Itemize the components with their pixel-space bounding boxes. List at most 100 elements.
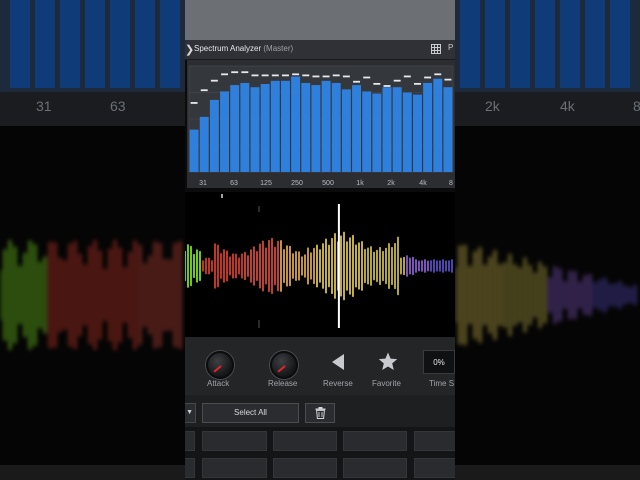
spectrum-freq-ticks: 31 63 125 250 500 1k 2k 4k 8 <box>199 180 453 187</box>
sample-pad[interactable] <box>414 431 455 451</box>
spectrum-peak-marker <box>210 79 218 82</box>
sample-pads <box>185 427 455 480</box>
spectrum-freq-tick-label: 4k <box>419 180 427 187</box>
right-backdrop-bar <box>535 0 555 88</box>
spectrum-peak-marker <box>322 75 330 78</box>
time-stretch-label: Time S <box>429 379 455 388</box>
spectrum-bar <box>280 80 290 172</box>
star-icon[interactable] <box>378 352 398 371</box>
left-backdrop-bar <box>85 0 105 88</box>
reverse-button-label[interactable]: Reverse <box>323 379 353 388</box>
spectrum-bar <box>331 82 341 172</box>
spectrum-freq-tick-label: 2k <box>387 180 395 187</box>
time-stretch-value[interactable]: 0% <box>423 350 455 374</box>
chevron-right-icon[interactable]: ❯ <box>185 43 194 56</box>
left-backdrop-bar <box>10 0 30 88</box>
reverse-icon[interactable] <box>331 353 345 371</box>
sample-pad[interactable] <box>202 458 267 478</box>
spectrum-bar <box>362 91 372 172</box>
spectrum-peak-marker <box>444 78 452 81</box>
window-title-text: Spectrum Analyzer <box>194 44 262 53</box>
spectrum-bar <box>199 116 209 172</box>
right-backdrop-bar <box>460 0 480 88</box>
spectrum-bar <box>220 91 230 172</box>
spectrum-peak-marker <box>383 85 391 87</box>
sample-pad[interactable] <box>273 458 337 478</box>
spectrum-freq-tick-label: 8 <box>449 180 453 187</box>
waveform-lines <box>185 231 453 301</box>
sample-pad[interactable] <box>273 431 337 451</box>
left-backdrop-bar <box>110 0 130 88</box>
left-backdrop: 31 63 <box>0 0 185 480</box>
spectrum-analyzer-display: 31 63 125 250 500 1k 2k 4k 8 <box>187 60 455 188</box>
spectrum-peak-marker <box>302 74 310 77</box>
delete-button[interactable] <box>305 403 335 423</box>
spectrum-freq-tick-label: 63 <box>230 180 238 187</box>
spectrum-bar <box>402 92 412 172</box>
dropdown-toggle[interactable]: ▼ <box>185 403 196 423</box>
waveform[interactable] <box>185 192 455 337</box>
top-strip <box>185 0 455 40</box>
left-backdrop-bars <box>0 0 185 92</box>
spectrum-freq-tick-label: 31 <box>199 180 207 187</box>
favorite-button-label[interactable]: Favorite <box>372 379 401 388</box>
spectrum-bar <box>209 99 219 172</box>
sample-pad[interactable] <box>343 431 407 451</box>
select-all-button[interactable]: Select All <box>202 403 299 423</box>
sample-pad[interactable] <box>414 458 455 478</box>
spectrum-peak-marker <box>332 74 340 77</box>
window-title: Spectrum Analyzer (Master) <box>194 44 293 53</box>
spectrum-peak-marker <box>200 89 208 92</box>
chevron-down-icon: ▼ <box>186 409 193 416</box>
spectrum-peak-marker <box>363 76 371 79</box>
spectrum-bar <box>230 85 240 172</box>
spectrum-bar <box>270 80 280 172</box>
right-backdrop-bar <box>610 0 630 88</box>
window-titlebar[interactable]: ❯ Spectrum Analyzer (Master) P <box>185 40 455 60</box>
right-backdrop-bar <box>485 0 505 88</box>
screen-root: 31 63 2k 4k 8 ❯ Spectrum Analyzer (Maste… <box>0 0 640 480</box>
spectrum-peak-marker <box>190 102 198 104</box>
right-backdrop-tick: 4k <box>560 98 575 114</box>
right-backdrop-bar <box>585 0 605 88</box>
spectrum-peak-marker <box>271 74 279 77</box>
left-backdrop-bar <box>35 0 55 88</box>
attack-knob[interactable] <box>206 351 234 379</box>
spectrum-peak-marker <box>342 75 350 78</box>
spectrum-bar <box>260 84 270 172</box>
right-backdrop-bar <box>560 0 580 88</box>
grid-icon[interactable] <box>431 44 441 54</box>
spectrum-peak-marker <box>403 75 411 78</box>
spectrum-bar <box>423 82 433 172</box>
spectrum-peak-marker <box>312 75 320 78</box>
controls-bar: Attack Release Reverse Favorite 0% Time … <box>185 337 455 395</box>
left-backdrop-bar <box>160 0 180 88</box>
spectrum-peak-marker <box>373 82 381 85</box>
spectrum-peak-marker <box>251 74 259 77</box>
spectrum-peak-marker <box>281 74 289 77</box>
sample-pad[interactable] <box>202 431 267 451</box>
left-backdrop-bar <box>60 0 80 88</box>
sample-pad[interactable] <box>343 458 407 478</box>
spectrum-peak-marker <box>424 76 432 79</box>
sample-pad[interactable] <box>185 458 195 478</box>
spectrum-panel: ❯ Spectrum Analyzer (Master) P 31 63 125 25… <box>185 0 455 480</box>
spectrum-peak-marker <box>393 79 401 82</box>
spectrum-bar <box>443 87 453 172</box>
right-backdrop-waveform <box>455 244 637 346</box>
selection-toolbar: ▼ Select All <box>185 395 455 427</box>
panel-cut-label: P <box>448 43 454 52</box>
spectrum-peak-marker <box>353 80 361 83</box>
attack-label: Attack <box>207 379 230 388</box>
spectrum-bar <box>291 76 301 172</box>
release-knob[interactable] <box>270 351 298 379</box>
spectrum-bar <box>321 80 331 172</box>
spectrum-bar <box>392 87 402 172</box>
waveform-view[interactable] <box>185 192 455 337</box>
spectrum-bar <box>341 89 351 172</box>
left-backdrop-bottom <box>0 465 185 480</box>
spectrum-peak-marker <box>413 82 421 85</box>
sample-pad[interactable] <box>185 431 195 451</box>
right-backdrop-axis: 2k 4k 8 <box>455 92 640 126</box>
attack-knob-pointer <box>213 365 222 373</box>
